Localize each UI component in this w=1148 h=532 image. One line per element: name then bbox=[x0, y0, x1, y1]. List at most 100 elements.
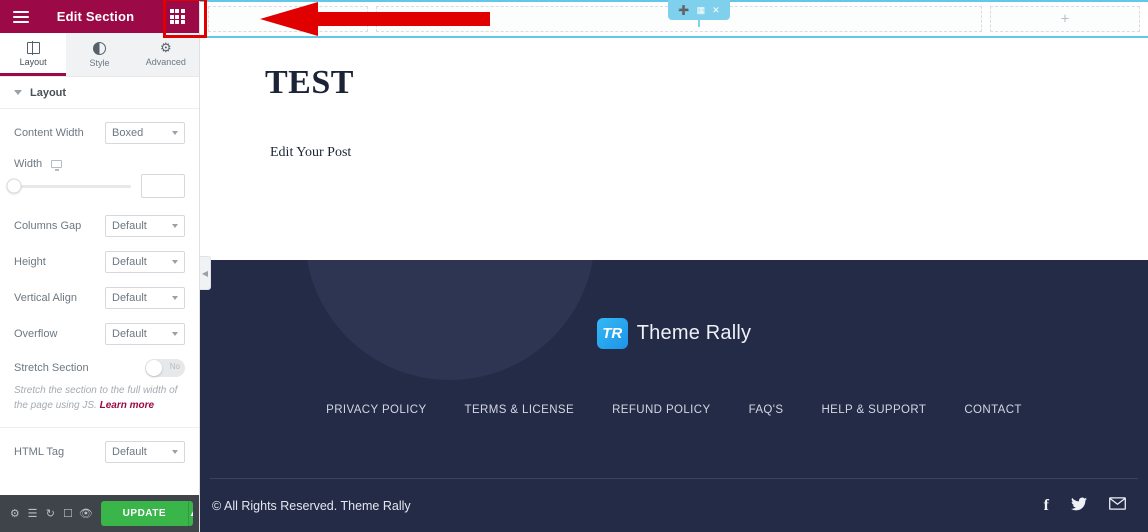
desktop-icon[interactable] bbox=[51, 160, 63, 171]
layers-icon[interactable]: ☰ bbox=[24, 495, 42, 532]
apps-grid-icon[interactable] bbox=[155, 0, 199, 33]
stretch-section-toggle[interactable]: No bbox=[145, 359, 185, 377]
control-width: Width bbox=[0, 151, 199, 171]
tab-layout-label: Layout bbox=[19, 57, 47, 67]
control-stretch-section: Stretch Section No bbox=[0, 352, 199, 384]
height-value: Default bbox=[112, 256, 147, 268]
control-content-width: Content Width Boxed bbox=[0, 115, 199, 151]
toggle-knob bbox=[146, 360, 162, 376]
control-width-label: Width bbox=[14, 158, 185, 171]
tab-style-label: Style bbox=[89, 57, 110, 68]
vertical-align-select[interactable]: Default bbox=[105, 287, 185, 309]
update-button-group: UPDATE ▲ bbox=[100, 501, 194, 526]
hamburger-menu-icon[interactable] bbox=[0, 0, 42, 33]
width-slider[interactable] bbox=[6, 178, 131, 194]
toggle-state-label: No bbox=[169, 362, 180, 371]
width-slider-knob[interactable] bbox=[6, 178, 22, 194]
tab-advanced[interactable]: ⚙ Advanced bbox=[133, 33, 199, 76]
width-slider-row bbox=[0, 170, 199, 208]
social-links: f bbox=[1044, 496, 1138, 515]
close-icon[interactable]: ✕ bbox=[712, 5, 720, 15]
height-select[interactable]: Default bbox=[105, 251, 185, 273]
gear-icon: ⚙ bbox=[159, 40, 172, 55]
control-vertical-align: Vertical Align Default bbox=[0, 280, 199, 316]
footer-bottom-bar: © All Rights Reserved. Theme Rally f bbox=[200, 479, 1148, 532]
chevron-down-icon bbox=[172, 296, 178, 300]
overflow-select[interactable]: Default bbox=[105, 323, 185, 345]
control-overflow: Overflow Default bbox=[0, 316, 199, 352]
footer-link-help-support[interactable]: HELP & SUPPORT bbox=[821, 404, 926, 416]
footer-link-terms-license[interactable]: TERMS & LICENSE bbox=[465, 404, 575, 416]
control-overflow-label: Overflow bbox=[14, 328, 58, 340]
elementor-editor: Edit Section Layout Style ⚙ Advanced Lay… bbox=[0, 0, 1148, 532]
chevron-down-icon bbox=[172, 224, 178, 228]
plus-icon[interactable]: ➕ bbox=[678, 5, 689, 15]
chevron-down-icon bbox=[172, 260, 178, 264]
panel-footer-toolbar: ⚙ ☰ ↻ ☐ 👁 UPDATE ▲ bbox=[0, 495, 199, 532]
add-new-section-button[interactable]: + bbox=[990, 6, 1140, 32]
section-handle: ➕ ▦ ✕ bbox=[668, 0, 730, 20]
layout-section-title: Layout bbox=[30, 86, 67, 99]
footer-link-faqs[interactable]: FAQ'S bbox=[749, 404, 784, 416]
tab-layout[interactable]: Layout bbox=[0, 33, 67, 76]
edit-post-link[interactable]: Edit Your Post bbox=[270, 145, 351, 161]
site-footer: TR Theme Rally PRIVACY POLICY TERMS & LI… bbox=[200, 260, 1148, 532]
stretch-section-hint: Stretch the section to the full width of… bbox=[0, 384, 199, 423]
chevron-down-icon bbox=[14, 90, 22, 95]
update-button[interactable]: UPDATE bbox=[100, 501, 189, 526]
vertical-align-value: Default bbox=[112, 292, 147, 304]
facebook-icon[interactable]: f bbox=[1044, 497, 1049, 514]
columns-gap-select[interactable]: Default bbox=[105, 215, 185, 237]
chevron-down-icon bbox=[172, 450, 178, 454]
control-stretch-section-label: Stretch Section bbox=[14, 362, 89, 374]
history-icon[interactable]: ↻ bbox=[41, 495, 59, 532]
panel-tabs: Layout Style ⚙ Advanced bbox=[0, 33, 199, 77]
control-vertical-align-label: Vertical Align bbox=[14, 292, 77, 304]
control-columns-gap-label: Columns Gap bbox=[14, 220, 82, 232]
content-width-select[interactable]: Boxed bbox=[105, 122, 185, 144]
section-slot-left[interactable]: + bbox=[208, 6, 368, 32]
panel-title: Edit Section bbox=[56, 9, 135, 24]
overflow-value: Default bbox=[112, 328, 147, 340]
email-icon[interactable] bbox=[1109, 497, 1126, 514]
caret-up-icon[interactable]: ▲ bbox=[188, 501, 194, 526]
tab-advanced-label: Advanced bbox=[145, 57, 186, 67]
hero-section: TEST Edit Your Post bbox=[200, 38, 1148, 260]
footer-nav: PRIVACY POLICY TERMS & LICENSE REFUND PO… bbox=[200, 404, 1148, 416]
responsive-icon[interactable]: ☐ bbox=[59, 495, 77, 532]
width-input[interactable] bbox=[141, 174, 185, 198]
contrast-icon bbox=[92, 41, 106, 55]
learn-more-link[interactable]: Learn more bbox=[100, 400, 154, 411]
plus-icon: + bbox=[1060, 10, 1070, 28]
panel-header: Edit Section bbox=[0, 0, 199, 33]
preview-icon[interactable]: 👁 bbox=[77, 495, 95, 532]
tab-style[interactable]: Style bbox=[66, 33, 132, 76]
editor-canvas: + + ➕ ▦ ✕ TEST Edit Your Post TR Theme R… bbox=[200, 0, 1148, 532]
columns-gap-value: Default bbox=[112, 220, 147, 232]
page-preview: TEST Edit Your Post TR Theme Rally PRIVA… bbox=[200, 38, 1148, 532]
footer-brand: TR Theme Rally bbox=[200, 318, 1148, 349]
layout-section-header[interactable]: Layout bbox=[0, 77, 199, 109]
footer-link-refund-policy[interactable]: REFUND POLICY bbox=[612, 404, 711, 416]
control-html-tag: HTML Tag Default bbox=[0, 434, 199, 470]
footer-link-privacy-policy[interactable]: PRIVACY POLICY bbox=[326, 404, 426, 416]
panel-collapse-toggle[interactable]: ◀ bbox=[200, 256, 211, 290]
theme-rally-logo-icon: TR bbox=[596, 318, 628, 349]
chevron-down-icon bbox=[172, 332, 178, 336]
settings-icon[interactable]: ⚙ bbox=[6, 495, 24, 532]
grid-icon[interactable]: ▦ bbox=[697, 5, 706, 15]
panel-body: Content Width Boxed Width Columns Gap De… bbox=[0, 109, 199, 495]
control-height: Height Default bbox=[0, 244, 199, 280]
html-tag-select[interactable]: Default bbox=[105, 441, 185, 463]
control-columns-gap: Columns Gap Default bbox=[0, 208, 199, 244]
html-tag-value: Default bbox=[112, 446, 147, 458]
brand-name: Theme Rally bbox=[636, 322, 752, 344]
content-width-value: Boxed bbox=[112, 127, 144, 139]
twitter-icon[interactable] bbox=[1071, 496, 1087, 515]
panel-divider bbox=[0, 427, 199, 428]
chevron-down-icon bbox=[172, 131, 178, 135]
control-html-tag-label: HTML Tag bbox=[14, 446, 65, 458]
layout-icon bbox=[26, 41, 40, 55]
editor-panel: Edit Section Layout Style ⚙ Advanced Lay… bbox=[0, 0, 200, 532]
footer-link-contact[interactable]: CONTACT bbox=[964, 404, 1022, 416]
